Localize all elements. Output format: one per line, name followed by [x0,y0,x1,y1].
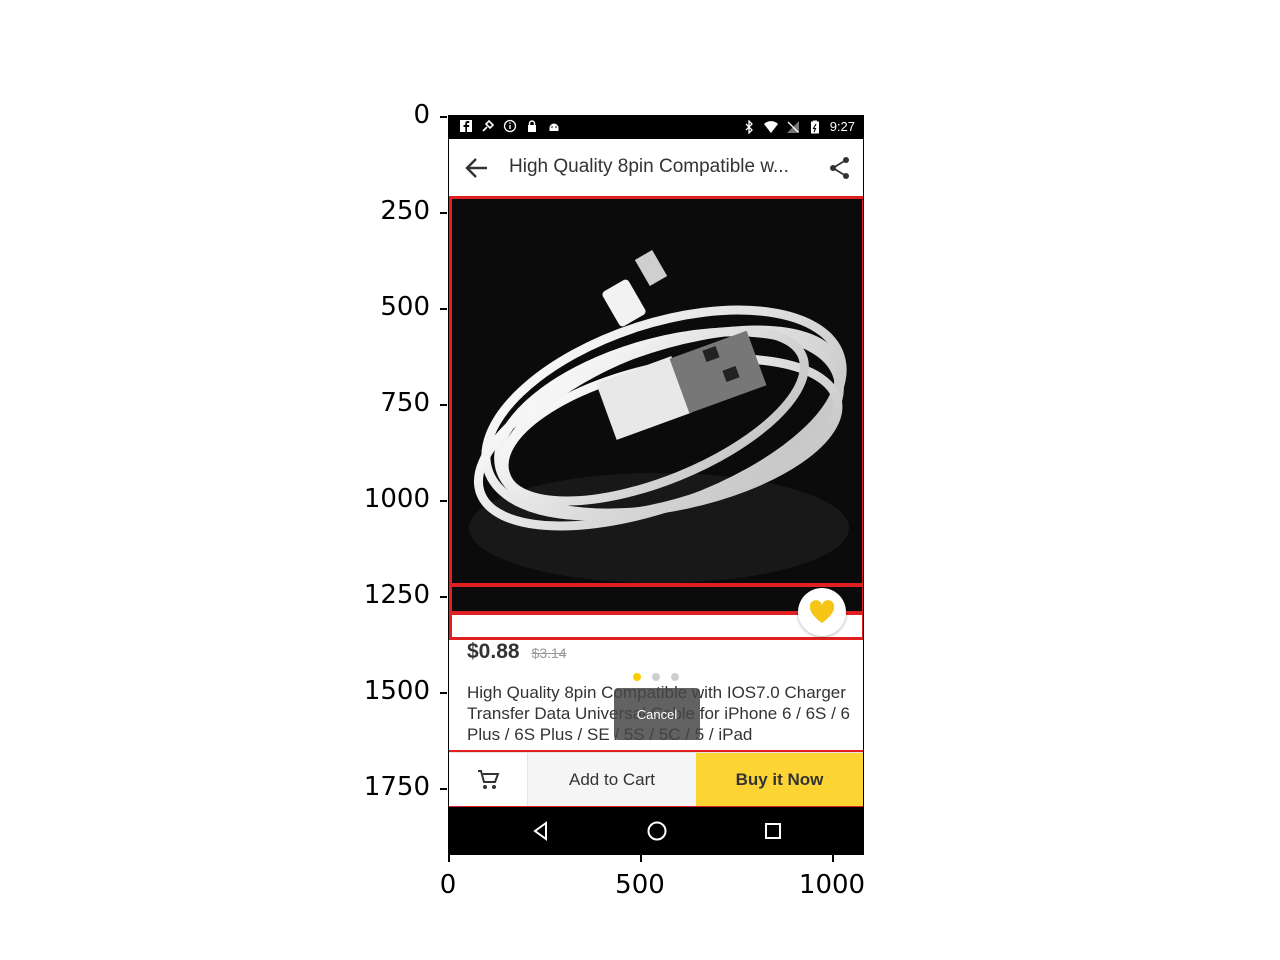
y-tick [440,308,447,310]
x-tick-label: 500 [615,870,665,900]
cancel-toast[interactable]: Cancel [614,688,700,740]
y-tick-label: 250 [380,196,430,226]
recents-square-icon[interactable] [761,819,785,843]
back-triangle-icon[interactable] [529,819,553,843]
info-icon [503,119,517,133]
price-row: $0.88 $3.14 [467,640,567,664]
back-arrow-icon[interactable] [463,154,491,182]
product-image [449,198,863,613]
share-icon[interactable] [827,155,853,181]
y-tick [440,788,447,790]
home-circle-icon[interactable] [645,819,669,843]
y-tick [440,212,447,214]
status-time: 9:27 [829,119,855,134]
buy-now-button[interactable]: Buy it Now [696,753,863,806]
y-tick-label: 500 [380,292,430,322]
x-tick [832,855,834,862]
y-tick [440,116,447,118]
x-tick [640,855,642,862]
x-tick-label: 0 [439,870,457,900]
heart-icon [809,600,835,623]
product-image-carousel[interactable] [449,198,863,681]
current-price: $0.88 [467,640,520,663]
y-tick-label: 1250 [363,580,430,610]
add-to-cart-button[interactable]: Add to Cart [528,753,696,806]
toolbar: High Quality 8pin Compatible w... [449,139,863,198]
wifi-icon [763,120,778,133]
battery-icon [810,120,819,133]
y-tick-label: 750 [380,388,430,418]
satellite-icon [482,119,495,132]
y-tick-label: 1500 [363,676,430,706]
favorite-button[interactable] [798,588,846,636]
cart-icon [478,769,500,789]
x-tick [448,855,450,862]
bottom-action-bar: Add to Cart Buy it Now [449,752,863,806]
lock-icon [528,120,536,132]
y-tick [440,500,447,502]
navigation-bar [449,807,863,854]
carousel-dots [449,673,863,681]
x-tick-label: 1000 [798,870,866,900]
toast-label: Cancel [636,706,678,722]
no-signal-icon [786,120,799,133]
y-tick [440,404,447,406]
page-title: High Quality 8pin Compatible w... [509,156,789,177]
status-right-icons: 9:27 [742,119,855,134]
y-tick-label: 1750 [363,772,430,802]
y-tick-label: 0 [413,100,430,130]
y-tick [440,596,447,598]
y-tick [440,692,447,694]
bluetooth-icon [745,119,753,134]
phone-screen: 9:27 High Quality 8pin Compatible w... $… [448,115,864,855]
status-left-icons [459,119,561,133]
cart-button[interactable] [449,753,528,806]
android-icon [549,123,559,131]
facebook-icon [460,120,472,132]
original-price: $3.14 [531,645,567,661]
carousel-dot[interactable] [652,673,660,681]
carousel-dot[interactable] [633,673,641,681]
status-bar: 9:27 [449,116,863,139]
carousel-dot[interactable] [671,673,679,681]
y-tick-label: 1000 [363,484,430,514]
